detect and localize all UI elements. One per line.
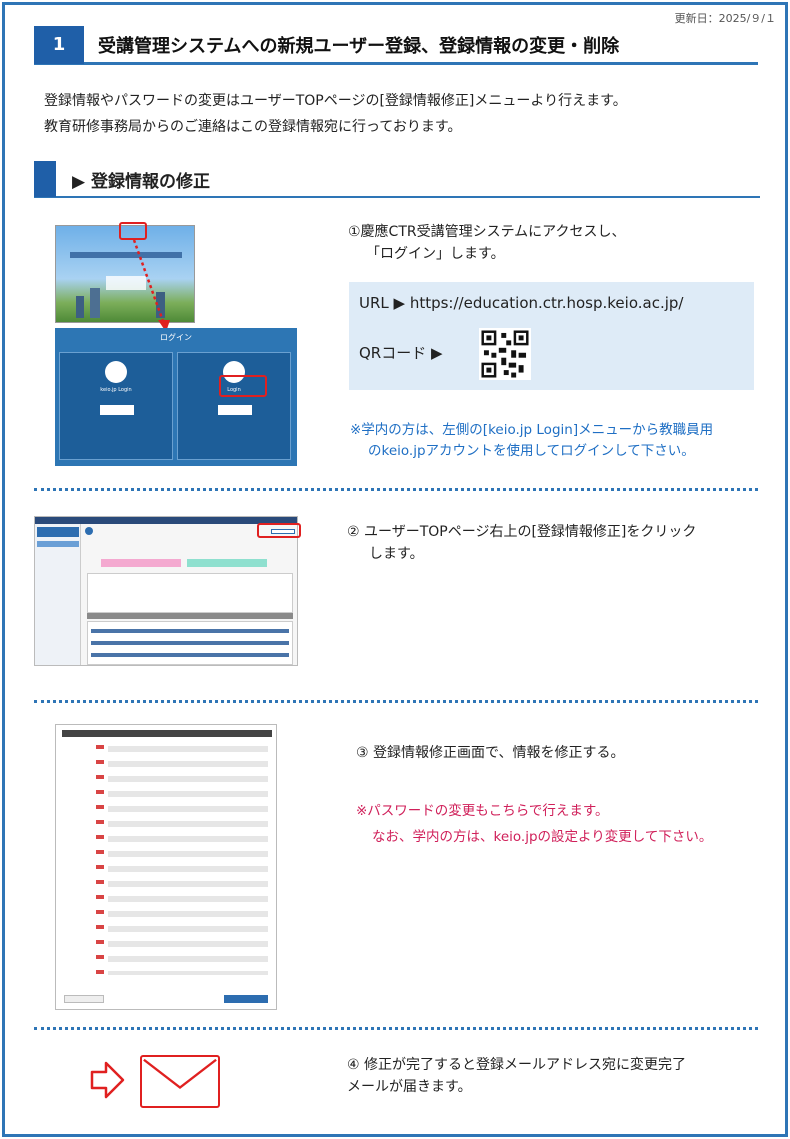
divider-1	[34, 488, 758, 491]
intro-line-2: 教育研修事務局からのご連絡はこの登録情報宛に行っております。	[44, 119, 462, 135]
general-login-card: Login	[177, 352, 291, 460]
step2-line-2: します。	[369, 546, 424, 562]
mail-icon	[140, 1055, 220, 1108]
step4-text: ④ 修正が完了すると登録メールアドレス宛に変更完了 メールが届きます。	[347, 1054, 686, 1098]
login-panel-title: ログイン	[160, 333, 192, 342]
login-panel-screenshot: ログイン keio.jp Login Login	[55, 328, 297, 466]
step2-line-1: ② ユーザーTOPページ右上の[登録情報修正]をクリック	[347, 524, 697, 540]
pointer-arrow-icon	[132, 239, 170, 332]
step1-line-1: ①慶應CTR受講管理システムにアクセスし、	[348, 224, 626, 240]
intro-text: 登録情報やパスワードの変更はユーザーTOPページの[登録情報修正]メニューより行…	[44, 88, 627, 140]
step1-note-line-2: のkeio.jpアカウントを使用してログインして下さい。	[368, 443, 695, 459]
system-url[interactable]: URL ▶ https://education.ctr.hosp.keio.ac…	[359, 294, 683, 312]
step3-text: ③ 登録情報修正画面で、情報を修正する。	[356, 745, 625, 761]
update-date: 更新日：2025/９/１	[674, 12, 776, 25]
user-top-screenshot	[34, 516, 298, 666]
section-header: ▶ 登録情報の修正	[34, 161, 760, 198]
step2-text: ② ユーザーTOPページ右上の[登録情報修正]をクリック します。	[347, 521, 696, 565]
step1-line-2: 「ログイン」します。	[366, 246, 505, 262]
general-login-button	[218, 405, 252, 415]
step3-note-line-2: なお、学内の方は、keio.jpの設定より変更して下さい。	[372, 829, 713, 845]
header-number: 1	[34, 25, 84, 64]
page-header: 1 受講管理システムへの新規ユーザー登録、登録情報の変更・削除	[34, 25, 758, 65]
step1-text: ①慶應CTR受講管理システムにアクセスし、 「ログイン」します。	[348, 221, 626, 265]
divider-3	[34, 1027, 758, 1030]
step1-note-line-1: ※学内の方は、左側の[keio.jp Login]メニューから教職員用	[350, 422, 714, 438]
edit-form-screenshot	[55, 724, 277, 1010]
intro-line-1: 登録情報やパスワードの変更はユーザーTOPページの[登録情報修正]メニューより行…	[44, 93, 627, 109]
edit-info-menu-highlight	[257, 523, 301, 538]
keio-login-card: keio.jp Login	[59, 352, 173, 460]
section-bar	[34, 161, 56, 197]
url-box: URL ▶ https://education.ctr.hosp.keio.ac…	[349, 282, 754, 390]
divider-2	[34, 700, 758, 703]
keio-login-icon	[105, 361, 127, 383]
section-title: ▶ 登録情報の修正	[72, 171, 210, 192]
qr-code-icon	[479, 328, 531, 380]
step3-note-line-1: ※パスワードの変更もこちらで行えます。	[356, 803, 609, 819]
step4-line-2: メールが届きます。	[347, 1079, 472, 1095]
keio-login-label: keio.jp Login	[100, 387, 132, 393]
login-button-highlight	[219, 375, 267, 397]
qr-label: QRコード ▶	[359, 344, 443, 362]
keio-login-button	[100, 405, 134, 415]
arrow-right-icon	[90, 1061, 125, 1099]
step1-note: ※学内の方は、左側の[keio.jp Login]メニューから教職員用 のkei…	[350, 420, 713, 462]
page-title: 受講管理システムへの新規ユーザー登録、登録情報の変更・削除	[98, 35, 620, 57]
step3-note: ※パスワードの変更もこちらで行えます。 なお、学内の方は、keio.jpの設定よ…	[356, 798, 712, 850]
step4-line-1: ④ 修正が完了すると登録メールアドレス宛に変更完了	[347, 1057, 686, 1073]
